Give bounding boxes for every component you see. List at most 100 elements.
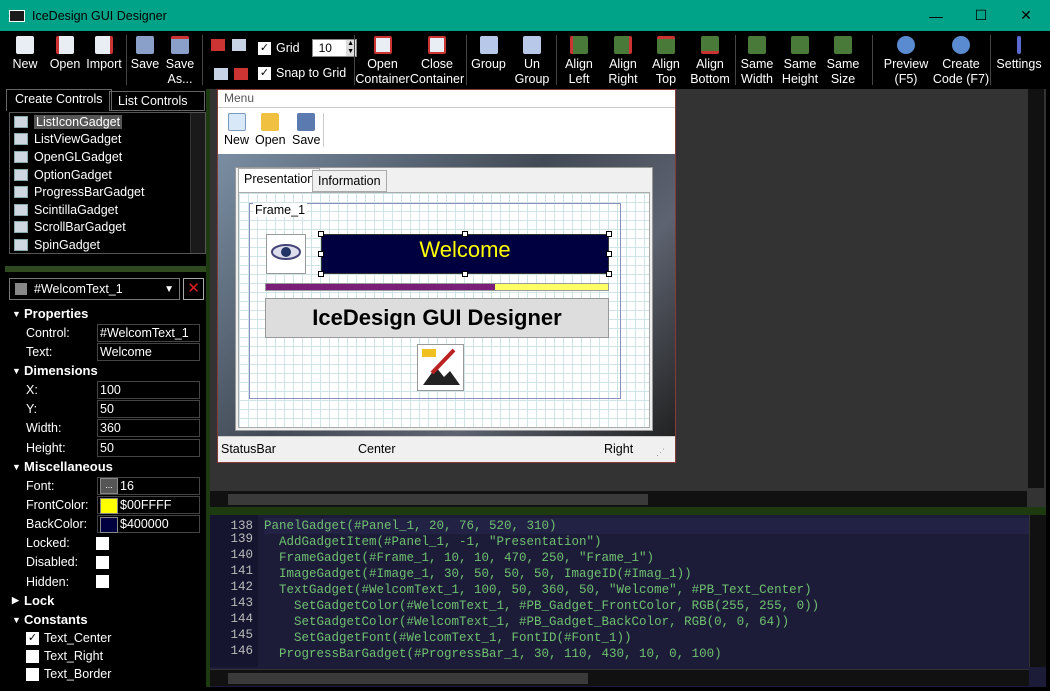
hidden-checkbox[interactable] xyxy=(96,575,109,589)
snap-to-grid-toggle[interactable]: ✓ Snap to Grid xyxy=(258,66,346,80)
form-new-button[interactable]: New xyxy=(224,113,249,147)
delete-control-button[interactable]: ✕ xyxy=(183,278,204,300)
delete-icon[interactable] xyxy=(234,68,248,80)
width-field[interactable]: 360 xyxy=(97,419,200,438)
controls-list-item[interactable]: ScintillaGadget xyxy=(10,201,205,219)
constant-row[interactable]: ✓ Text_Center xyxy=(9,629,205,647)
save-button[interactable]: Save xyxy=(130,31,160,89)
scroll-thumb[interactable] xyxy=(228,673,588,684)
eye-image[interactable] xyxy=(266,234,306,274)
progress-bar-gadget[interactable] xyxy=(265,283,609,291)
align-right-button[interactable]: Align Right xyxy=(603,31,643,89)
section-constants[interactable]: ▼ Constants xyxy=(9,610,205,629)
close-button[interactable]: ✕ xyxy=(1003,0,1049,31)
disabled-checkbox[interactable] xyxy=(96,555,109,569)
resize-handle[interactable] xyxy=(606,271,612,277)
close-container-button[interactable]: Close Container xyxy=(410,31,464,89)
paste-icon[interactable] xyxy=(214,68,228,80)
code-line[interactable]: ProgressBarGadget(#ProgressBar_1, 30, 11… xyxy=(264,646,1034,662)
controls-list-item[interactable]: OptionGadget xyxy=(10,166,205,184)
font-picker-button[interactable]: ... xyxy=(100,478,118,495)
canvas-horizontal-scrollbar[interactable] xyxy=(210,490,1027,507)
resize-handle[interactable] xyxy=(606,251,612,257)
section-dimensions[interactable]: ▼ Dimensions xyxy=(9,361,205,380)
create-code-button[interactable]: Create Code (F7) xyxy=(933,31,989,89)
preview-button[interactable]: Preview (F5) xyxy=(881,31,931,89)
frontcolor-field[interactable]: $00FFFF xyxy=(97,495,200,514)
constant-checkbox[interactable]: ✓ xyxy=(26,631,39,645)
maximize-button[interactable]: ☐ xyxy=(958,0,1004,31)
title-text-gadget[interactable]: IceDesign GUI Designer xyxy=(265,298,609,338)
same-width-button[interactable]: Same Width xyxy=(738,31,776,89)
align-left-button[interactable]: Align Left xyxy=(560,31,598,89)
code-line[interactable]: AddGadgetItem(#Panel_1, -1, "Presentatio… xyxy=(264,534,1034,550)
x-field[interactable]: 100 xyxy=(97,380,200,399)
form-menu-bar[interactable]: Menu xyxy=(218,90,675,108)
paint-image[interactable] xyxy=(417,344,464,391)
code-splitter[interactable] xyxy=(210,507,1046,515)
y-field[interactable]: 50 xyxy=(97,400,200,419)
constant-row[interactable]: Text_Right xyxy=(9,647,205,665)
horizontal-splitter[interactable] xyxy=(5,266,206,272)
import-button[interactable]: Import xyxy=(84,31,124,89)
code-line[interactable]: ImageGadget(#Image_1, 30, 50, 50, 50, Im… xyxy=(264,566,1034,582)
locked-checkbox[interactable] xyxy=(96,536,109,550)
height-field[interactable]: 50 xyxy=(97,438,200,457)
constant-checkbox[interactable] xyxy=(26,667,39,681)
code-line[interactable]: SetGadgetColor(#WelcomText_1, #PB_Gadget… xyxy=(264,598,1034,614)
constant-checkbox[interactable] xyxy=(26,649,39,663)
same-size-button[interactable]: Same Size xyxy=(825,31,861,89)
section-miscellaneous[interactable]: ▼ Miscellaneous xyxy=(9,457,205,476)
code-line[interactable]: FrameGadget(#Frame_1, 10, 10, 470, 250, … xyxy=(264,550,1034,566)
snap-checkbox[interactable]: ✓ xyxy=(258,66,271,80)
tab-information[interactable]: Information xyxy=(312,170,387,192)
code-line[interactable]: SetGadgetFont(#WelcomText_1, FontID(#Fon… xyxy=(264,630,1034,646)
grid-toggle[interactable]: ✓ Grid 10 ▲ ▼ xyxy=(258,39,357,57)
tab-presentation[interactable]: Presentation xyxy=(238,168,321,193)
group-button[interactable]: Group xyxy=(470,31,507,89)
new-button[interactable]: New xyxy=(8,31,42,89)
same-height-button[interactable]: Same Height xyxy=(779,31,821,89)
controls-list-item[interactable]: ListIconGadget xyxy=(10,113,205,131)
size-grip-icon[interactable]: ⋰ xyxy=(656,447,665,458)
controls-list-item[interactable]: ListViewGadget xyxy=(10,131,205,149)
align-bottom-button[interactable]: Align Bottom xyxy=(688,31,732,89)
resize-handle[interactable] xyxy=(606,231,612,237)
ungroup-button[interactable]: Un Group xyxy=(512,31,552,89)
controls-list-item[interactable]: OpenGLGadget xyxy=(10,148,205,166)
open-button[interactable]: Open xyxy=(47,31,83,89)
code-line[interactable]: SetGadgetColor(#WelcomText_1, #PB_Gadget… xyxy=(264,614,1034,630)
save-as-button[interactable]: Save As... xyxy=(162,31,198,89)
grid-checkbox[interactable]: ✓ xyxy=(258,41,271,55)
form-open-button[interactable]: Open xyxy=(255,113,286,147)
controls-list-item[interactable]: ScrollBarGadget xyxy=(10,219,205,237)
code-line[interactable]: TextGadget(#WelcomText_1, 100, 50, 360, … xyxy=(264,582,1034,598)
code-horizontal-scrollbar[interactable] xyxy=(210,669,1029,686)
frontcolor-swatch[interactable] xyxy=(100,497,118,514)
panel-gadget[interactable]: Presentation Information Frame_1 Welcome xyxy=(235,167,653,431)
resize-handle[interactable] xyxy=(462,271,468,277)
copy-icon[interactable] xyxy=(232,39,246,51)
canvas-vertical-scrollbar[interactable] xyxy=(1027,89,1044,488)
controls-list-item[interactable]: ProgressBarGadget xyxy=(10,183,205,201)
backcolor-swatch[interactable] xyxy=(100,516,118,533)
resize-handle[interactable] xyxy=(318,251,324,257)
resize-handle[interactable] xyxy=(318,271,324,277)
controls-list-scrollbar[interactable] xyxy=(190,113,205,253)
form-save-button[interactable]: Save xyxy=(292,113,321,147)
open-container-button[interactable]: Open Container xyxy=(355,31,410,89)
tab-list-controls[interactable]: List Controls xyxy=(109,91,205,111)
minimize-button[interactable]: — xyxy=(913,0,959,31)
code-editor[interactable]: 138 139 140 141 142 143 144 145 146 PanelGadget(… xyxy=(210,515,1046,687)
constant-row[interactable]: Text_Border xyxy=(9,665,205,683)
resize-handle[interactable] xyxy=(318,231,324,237)
code-vertical-scrollbar[interactable] xyxy=(1029,515,1046,667)
tab-create-controls[interactable]: Create Controls xyxy=(6,89,112,111)
section-lock[interactable]: ▶ Lock xyxy=(9,591,205,610)
chevron-down-icon[interactable]: ▼ xyxy=(164,284,174,295)
frame-gadget[interactable]: Frame_1 Welcome IceDesign GUI Designer xyxy=(249,203,621,399)
controls-list-item[interactable]: SpinGadget xyxy=(10,236,205,253)
settings-button[interactable]: Settings xyxy=(995,31,1043,89)
grid-size-stepper[interactable]: 10 ▲ ▼ xyxy=(311,39,357,57)
welcome-text-gadget[interactable]: Welcome xyxy=(321,234,609,274)
